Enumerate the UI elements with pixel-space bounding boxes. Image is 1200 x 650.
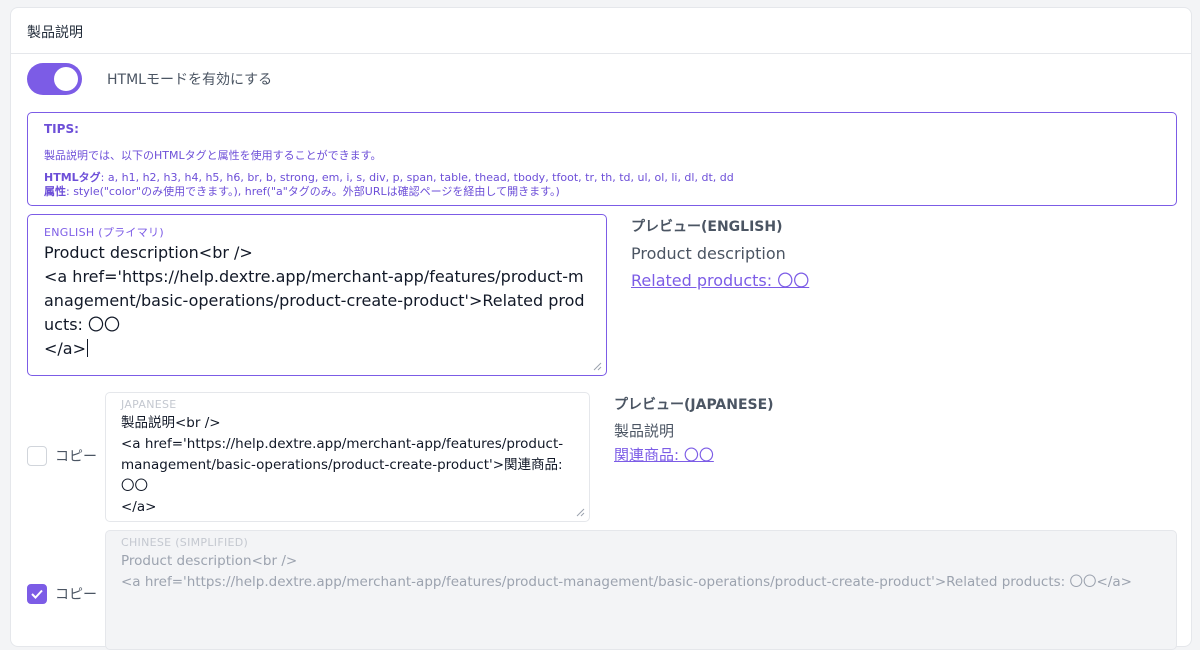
chinese-label: CHINESE (SIMPLIFIED) <box>121 536 249 549</box>
japanese-copy-checkbox[interactable] <box>27 446 47 466</box>
toggle-knob <box>54 67 78 91</box>
html-mode-row: HTMLモードを有効にする <box>27 62 272 96</box>
japanese-text[interactable]: 製品説明<br /> <a href='https://help.dextre.… <box>121 413 576 518</box>
english-text[interactable]: Product description<br /> <a href='https… <box>44 241 592 361</box>
tips-tags-value: : a, h1, h2, h3, h4, h5, h6, br, b, stro… <box>100 171 734 184</box>
card-title: 製品説明 <box>11 8 1191 54</box>
chinese-text: Product description<br /> <a href='https… <box>121 553 1132 590</box>
english-preview: プレビュー(ENGLISH) Product description Relat… <box>631 216 809 291</box>
tips-attrs-value: : style("color"のみ使用できます。), href("a"タグのみ。… <box>66 185 560 198</box>
tips-tags-line: HTMLタグ: a, h1, h2, h3, h4, h5, h6, br, b… <box>44 171 1160 185</box>
english-preview-text: Product description <box>631 244 786 263</box>
resize-handle-icon[interactable] <box>576 508 585 517</box>
html-mode-toggle[interactable] <box>27 63 82 95</box>
html-mode-label: HTMLモードを有効にする <box>107 72 273 88</box>
tips-attrs-line: 属性: style("color"のみ使用できます。), href("a"タグの… <box>44 185 1160 199</box>
english-preview-link[interactable]: Related products: 〇〇 <box>631 267 809 291</box>
japanese-textarea[interactable]: JAPANESE 製品説明<br /> <a href='https://hel… <box>105 392 590 522</box>
japanese-label: JAPANESE <box>121 398 177 411</box>
english-value: Product description<br /> <a href='https… <box>44 243 585 358</box>
japanese-copy-row: コピー <box>27 446 97 466</box>
english-textarea[interactable]: ENGLISH (プライマリ) Product description<br /… <box>27 214 607 376</box>
japanese-preview-link[interactable]: 関連商品: 〇〇 <box>614 444 774 465</box>
tips-box: TIPS: 製品説明では、以下のHTMLタグと属性を使用することができます。 H… <box>27 112 1177 206</box>
chinese-textarea: CHINESE (SIMPLIFIED) Product description… <box>105 530 1177 650</box>
tips-title: TIPS: <box>44 122 79 136</box>
text-caret <box>87 339 89 357</box>
japanese-copy-label: コピー <box>55 449 97 465</box>
resize-handle-icon[interactable] <box>593 362 602 371</box>
tips-tags-label: HTMLタグ <box>44 171 101 184</box>
chinese-copy-label: コピー <box>55 587 97 603</box>
check-icon <box>31 589 43 599</box>
tips-intro: 製品説明では、以下のHTMLタグと属性を使用することができます。 <box>44 149 382 162</box>
japanese-preview-title: プレビュー(JAPANESE) <box>614 397 774 413</box>
tips-attrs-label: 属性 <box>44 185 66 198</box>
english-preview-title: プレビュー(ENGLISH) <box>631 219 783 235</box>
chinese-copy-row: コピー <box>27 584 97 604</box>
japanese-preview-text: 製品説明 <box>614 422 675 440</box>
english-label: ENGLISH (プライマリ) <box>44 226 164 239</box>
product-description-card: 製品説明 HTMLモードを有効にする TIPS: 製品説明では、以下のHTMLタ… <box>10 7 1192 650</box>
japanese-preview: プレビュー(JAPANESE) 製品説明 関連商品: 〇〇 <box>614 394 774 465</box>
chinese-copy-checkbox[interactable] <box>27 584 47 604</box>
